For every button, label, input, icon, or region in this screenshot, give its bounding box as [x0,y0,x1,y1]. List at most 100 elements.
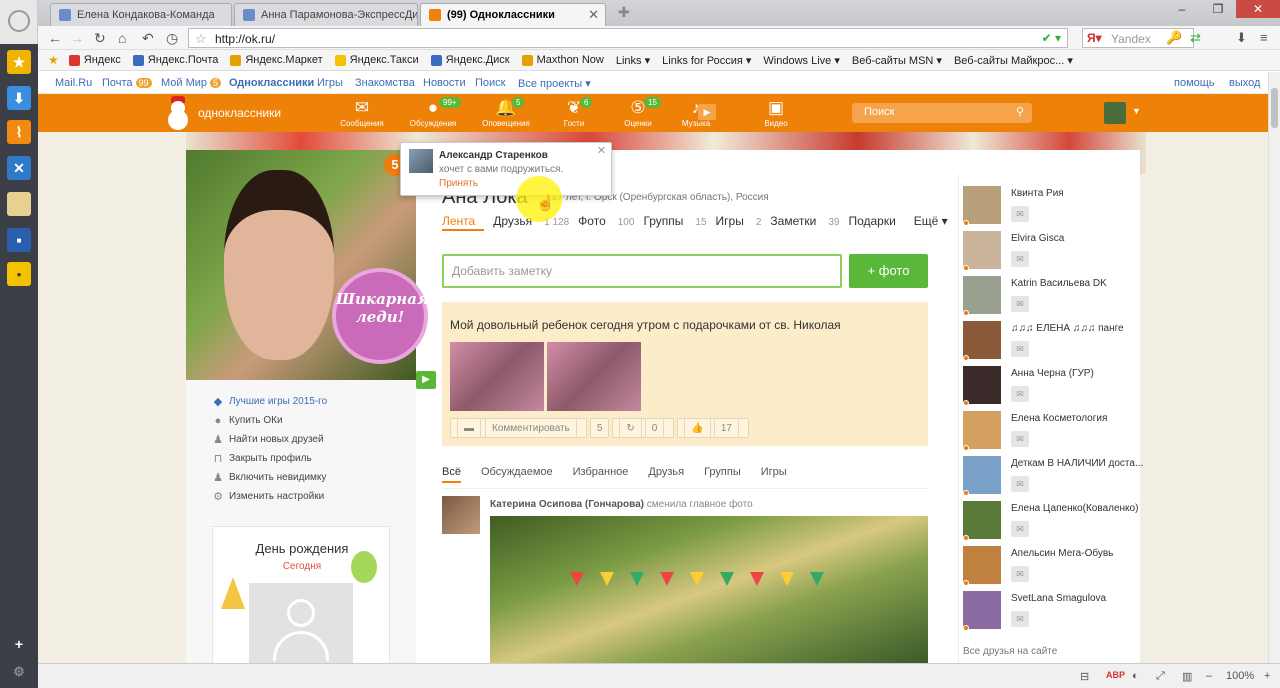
download-icon-toolbar[interactable]: ⬇ [1236,30,1247,46]
feed-tab-friends[interactable]: Друзья [648,466,684,483]
friend-name[interactable]: Деткам В НАЛИЧИИ доста... [1011,458,1143,469]
new-tab-icon[interactable]: ✚ [618,4,630,21]
requester-avatar[interactable] [409,149,433,173]
friend-name[interactable]: Елена Цапенко(Коваленко) [1011,503,1143,514]
feed-tab-all[interactable]: Всё [442,466,461,483]
friend-avatar[interactable] [963,186,1001,224]
menu-best-games[interactable]: ◆ Лучшие игры 2015-го [212,392,327,411]
ok-search-input[interactable]: Поиск ⚲ [852,103,1032,123]
friend-avatar[interactable] [963,321,1001,359]
send-message-icon[interactable]: ✉ [1011,521,1029,537]
zoom-level[interactable]: 100% [1226,670,1254,682]
browser-logo-icon[interactable] [8,10,30,32]
like-button[interactable]: 👍 17 [677,418,749,438]
nav-guests[interactable]: ❦ 6 Гости [546,97,602,128]
tab-2[interactable]: Анна Парамонова-ЭкспрессДи... [234,3,418,26]
bookmark-links-russia[interactable]: Links for Россия ▾ [662,54,751,67]
menu-find-friends[interactable]: ♟ Найти новых друзей [212,430,327,449]
friend-avatar[interactable] [963,456,1001,494]
friend-name[interactable]: Анна Черна (ГУР) [1011,368,1143,379]
add-note-input[interactable]: Добавить заметку [442,254,842,288]
link-znakomstva[interactable]: Знакомства [355,77,415,89]
fullscreen-icon[interactable]: ⤢ [1156,670,1165,683]
taxi-icon[interactable]: ● [7,262,31,286]
link-novosti[interactable]: Новости [423,77,466,89]
link-igry[interactable]: Игры [317,77,343,89]
chevron-down-icon[interactable]: ▼ [1132,106,1141,116]
friend-avatar[interactable] [963,276,1001,314]
play-icon[interactable]: ▶ [416,371,436,389]
post-author[interactable]: Катерина Осипова (Гончарова) [490,499,644,510]
sound-icon[interactable]: ◐ [1132,670,1139,682]
send-message-icon[interactable]: ✉ [1011,251,1029,267]
friend-name[interactable]: ♫♫♫ ЕЛЕНА ♫♫♫ панге [1011,323,1143,334]
link-moi-mir[interactable]: Мой Мир 5 [161,77,222,89]
tab-igry[interactable]: Игры 2 [716,214,762,231]
friend-item[interactable]: Elvira Gisca ✉ [963,231,1141,275]
send-message-icon[interactable]: ✉ [1011,476,1029,492]
home-icon[interactable]: ⌂ [118,30,126,46]
friend-avatar[interactable] [963,501,1001,539]
friend-item[interactable]: Елена Цапенко(Коваленко) ✉ [963,501,1141,545]
feed-tab-discussed[interactable]: Обсуждаемое [481,466,553,483]
split-icon[interactable]: ⊟ [1080,670,1089,683]
menu-settings[interactable]: ⚙ Изменить настройки [212,487,327,506]
bookmark-yandex[interactable]: Яндекс [68,54,121,66]
post-photo[interactable] [547,342,641,411]
tab-podarki[interactable]: Подарки [848,214,904,231]
bookmark-yandex-market[interactable]: Яндекс.Маркет [230,54,323,66]
download-icon[interactable]: ⬇ [7,86,31,110]
all-friends-link[interactable]: Все друзья на сайте [963,646,1057,657]
app-icon[interactable]: ■ [7,228,31,252]
link-mailru[interactable]: Mail.Ru [55,77,92,89]
friend-avatar[interactable] [963,411,1001,449]
feed-tab-favorites[interactable]: Избранное [573,466,629,483]
link-poisk[interactable]: Поиск [475,77,505,89]
feed-tab-games[interactable]: Игры [761,466,787,483]
adblock-icon[interactable]: ABP [1106,670,1125,680]
bookmark-star-icon[interactable]: ☆ [195,31,207,47]
nav-messages[interactable]: ✉ Сообщения [334,97,390,128]
settings-gear-icon[interactable]: ⚙ [7,660,31,684]
link-pochta[interactable]: Почта 99 [102,77,152,89]
friend-name[interactable]: SvetLana Smagulova [1011,593,1143,604]
nav-video[interactable]: ▣ Видео [748,97,804,128]
url-tools-icon[interactable]: ✔ ▾ [1042,31,1061,45]
send-message-icon[interactable]: ✉ [1011,566,1029,582]
friend-item[interactable]: Апельсин Мега-Обувь ✉ [963,546,1141,590]
tab-lenta[interactable]: Лента [442,214,485,231]
send-message-icon[interactable]: ✉ [1011,206,1029,222]
bookmark-links[interactable]: Links ▾ [616,54,650,67]
friend-item[interactable]: Анна Черна (ГУР) ✉ [963,366,1141,410]
bookmark-microsoft[interactable]: Веб-сайты Майкрос... ▾ [954,54,1073,67]
history-icon[interactable]: ◷ [166,30,178,47]
menu-icon[interactable]: ≡ [1260,30,1268,45]
friend-item[interactable]: Katrin Васильева DK ✉ [963,276,1141,320]
zoom-in-icon[interactable]: + [1264,670,1270,682]
menu-invisible[interactable]: ♟ Включить невидимку [212,468,327,487]
music-play-icon[interactable]: ▶ [698,104,716,120]
post-photo[interactable] [450,342,544,411]
menu-close-profile[interactable]: ⊓ Закрыть профиль [212,449,327,468]
undo-icon[interactable]: ↶ [142,30,154,47]
feed-tab-groups[interactable]: Группы [704,466,741,483]
friend-item[interactable]: ♫♫♫ ЕЛЕНА ♫♫♫ панге ✉ [963,321,1141,365]
search-icon[interactable]: ⚲ [1016,105,1024,118]
nav-discussions[interactable]: ● 99+ Обсуждения [405,97,461,128]
menu-buy-oki[interactable]: ● Купить ОКи [212,411,327,430]
tools-icon[interactable]: ✕ [7,156,31,180]
birthday-widget[interactable]: День рождения Сегодня [212,526,390,667]
send-message-icon[interactable]: ✉ [1011,341,1029,357]
friend-name[interactable]: Елена Косметология [1011,413,1143,424]
send-message-icon[interactable]: ✉ [1011,386,1029,402]
ok-logo[interactable]: одноклассники [162,96,281,130]
reader-icon[interactable]: ▥ [1182,670,1192,683]
friend-name[interactable]: Katrin Васильева DK [1011,278,1143,289]
requester-name[interactable]: Александр Старенков [439,150,548,161]
friend-name[interactable]: Апельсин Мега-Обувь [1011,548,1143,559]
minimize-icon[interactable]: – [1164,0,1200,18]
url-input[interactable]: ☆ http://ok.ru/ ✔ ▾ [188,28,1068,48]
bookmark-yandex-disk[interactable]: Яндекс.Диск [430,54,510,66]
link-all-projects[interactable]: Все проекты ▾ [518,77,591,90]
comment-count[interactable]: 5 [589,418,610,438]
